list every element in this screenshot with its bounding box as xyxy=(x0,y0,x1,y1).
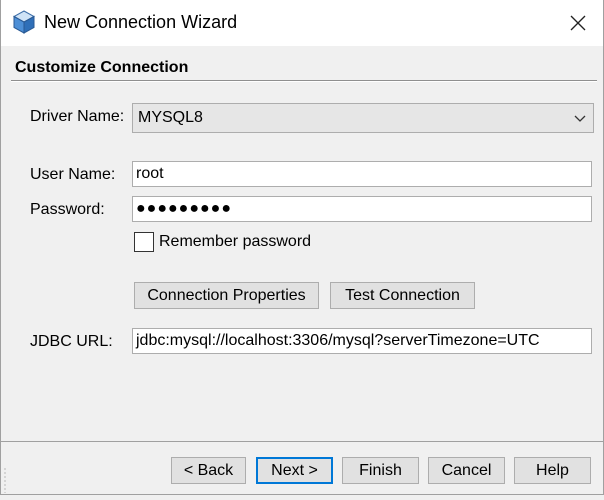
help-button[interactable]: Help xyxy=(514,457,591,484)
title-bar[interactable]: New Connection Wizard xyxy=(1,0,603,46)
user-name-label: User Name: xyxy=(30,166,116,183)
close-button[interactable] xyxy=(557,6,599,40)
password-label: Password: xyxy=(30,201,105,218)
next-button[interactable]: Next > xyxy=(256,457,333,484)
netbeans-cube-icon xyxy=(12,10,36,34)
back-button[interactable]: < Back xyxy=(171,457,246,484)
cancel-button[interactable]: Cancel xyxy=(428,457,505,484)
wizard-footer: < Back Next > Finish Cancel Help xyxy=(1,442,603,494)
user-name-field[interactable]: root xyxy=(132,161,592,187)
left-edge-grip[interactable] xyxy=(1,466,9,495)
jdbc-url-field[interactable]: jdbc:mysql://localhost:3306/mysql?server… xyxy=(132,328,592,354)
finish-button[interactable]: Finish xyxy=(342,457,419,484)
chevron-down-icon xyxy=(574,115,586,122)
section-divider xyxy=(11,80,597,82)
form-panel: Driver Name: MYSQL8 User Name: root Pass… xyxy=(1,86,603,442)
section-header: Customize Connection xyxy=(1,46,603,86)
connection-properties-button[interactable]: Connection Properties xyxy=(134,282,319,309)
test-connection-button[interactable]: Test Connection xyxy=(330,282,475,309)
driver-name-dropdown[interactable]: MYSQL8 xyxy=(132,103,594,133)
window-title: New Connection Wizard xyxy=(44,12,238,32)
section-title: Customize Connection xyxy=(15,59,189,76)
close-icon xyxy=(570,15,586,31)
remember-password-label[interactable]: Remember password xyxy=(159,233,311,251)
jdbc-url-label: JDBC URL: xyxy=(30,333,113,350)
remember-password-checkbox[interactable] xyxy=(134,232,154,252)
password-field[interactable]: ●●●●●●●●● xyxy=(132,196,592,222)
driver-name-value: MYSQL8 xyxy=(138,109,203,126)
driver-name-label: Driver Name: xyxy=(30,108,125,125)
new-connection-wizard-window: New Connection Wizard Customize Connecti… xyxy=(0,0,604,495)
